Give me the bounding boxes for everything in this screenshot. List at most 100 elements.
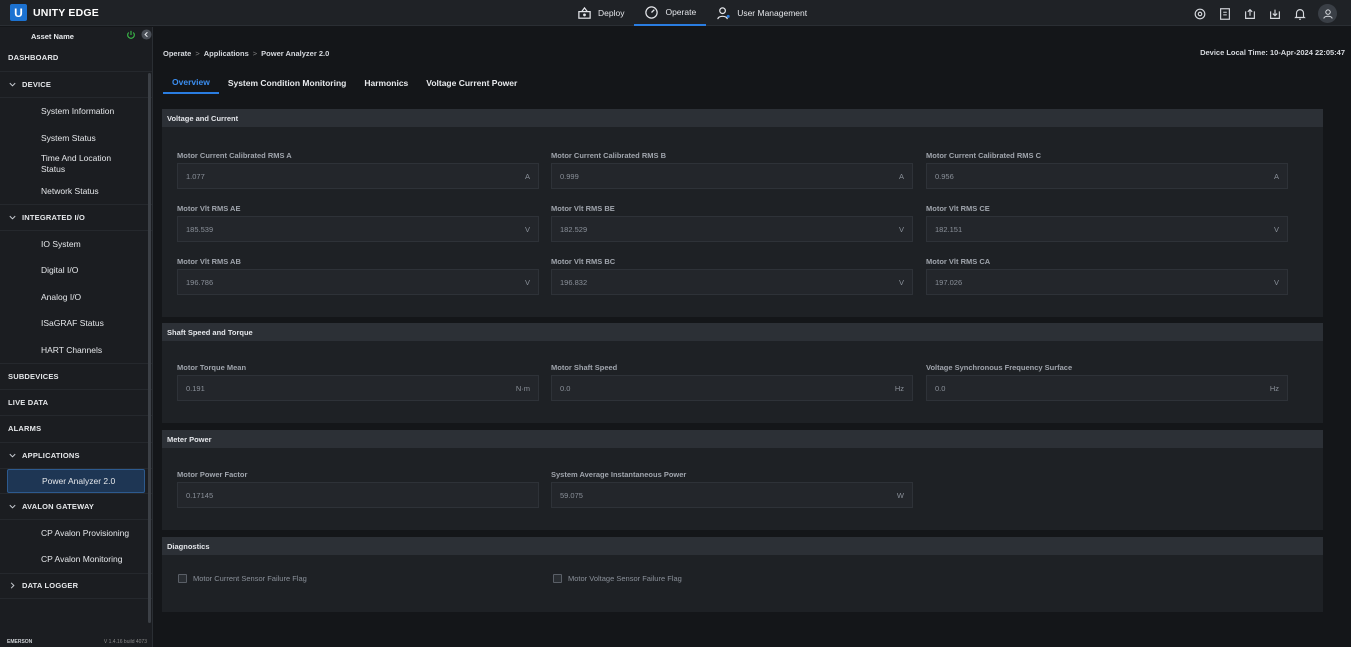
chevron-down-icon [9,215,16,220]
topnav-operate[interactable]: Operate [634,0,707,26]
sidebar-item-analog-io[interactable]: Analog I/O [0,284,152,311]
sidebar-item-live-data[interactable]: LIVE DATA [0,390,152,416]
sidebar-item-time-location-status[interactable]: Time And Location Status [0,151,152,178]
field-vlt-rms-be: Motor Vlt RMS BE 182.529 V [551,204,913,242]
value-box[interactable]: 0.0 Hz [551,375,913,401]
upload-icon[interactable] [1243,7,1257,21]
chevron-right-icon [10,582,15,589]
breadcrumb: Operate > Applications > Power Analyzer … [163,49,329,58]
sidebar-item-power-analyzer[interactable]: Power Analyzer 2.0 [7,469,145,493]
value: 196.832 [560,277,588,287]
unit: V [1273,224,1279,234]
sidebar-scrollbar[interactable] [148,73,151,623]
value: 182.151 [935,224,963,234]
unit: W [896,490,904,500]
topnav-user-management-label: User Management [737,8,808,18]
chevron-down-icon [9,82,16,87]
sidebar-header: Asset Name [0,27,152,45]
deploy-icon [578,6,591,19]
checkbox-box[interactable] [553,574,562,583]
sidebar-item-data-logger[interactable]: DATA LOGGER [0,572,152,599]
sidebar-item-cp-avalon-monitoring[interactable]: CP Avalon Monitoring [0,546,152,573]
field-shaft-speed: Motor Shaft Speed 0.0 Hz [551,363,913,401]
sidebar-item-hart-channels[interactable]: HART Channels [0,337,152,364]
panel-title: Diagnostics [162,537,1323,555]
brand[interactable]: U UNITY EDGE [10,4,99,21]
field-label: Motor Torque Mean [177,363,247,372]
unit: V [1273,277,1279,287]
value-box[interactable]: 185.539 V [177,216,539,242]
value: 196.786 [186,277,214,287]
topnav-operate-label: Operate [665,7,697,17]
sidebar-item-system-information[interactable]: System Information [0,98,152,125]
sidebar-item-applications[interactable]: APPLICATIONS [0,443,152,469]
sidebar-item-isagraf-status[interactable]: ISaGRAF Status [0,310,152,337]
panel-meter-power: Meter Power Motor Power Factor 0.17145 S… [162,430,1323,530]
topnav-deploy-label: Deploy [598,8,625,18]
clipboard-icon[interactable] [1218,7,1232,21]
value-box[interactable]: 0.0 Hz [926,375,1288,401]
value-box[interactable]: 197.026 V [926,269,1288,295]
sidebar-item-digital-io[interactable]: Digital I/O [0,257,152,284]
value-box[interactable]: 0.191 N·m [177,375,539,401]
field-label: Motor Current Calibrated RMS B [551,151,667,160]
value: 59.075 [560,490,583,500]
field-vlt-rms-ab: Motor Vlt RMS AB 196.786 V [177,257,539,295]
unit: A [1273,171,1279,181]
avatar[interactable] [1318,4,1337,23]
sidebar-menu: DASHBOARD DEVICE System Information Syst… [0,45,152,599]
power-icon[interactable] [126,30,136,40]
value-box[interactable]: 59.075 W [551,482,913,508]
tab-harmonics[interactable]: Harmonics [355,72,417,94]
value-box[interactable]: 0.956 A [926,163,1288,189]
field-sync-frequency: Voltage Synchronous Frequency Surface 0.… [926,363,1288,401]
tab-voltage-current-power[interactable]: Voltage Current Power [417,72,526,94]
value-box[interactable]: 196.832 V [551,269,913,295]
value-box[interactable]: 182.529 V [551,216,913,242]
tab-system-condition-monitoring[interactable]: System Condition Monitoring [219,72,356,94]
sidebar-item-dashboard[interactable]: DASHBOARD [0,45,152,72]
sidebar-item-subdevices[interactable]: SUBDEVICES [0,363,152,390]
download-icon[interactable] [1268,7,1282,21]
field-vlt-rms-ce: Motor Vlt RMS CE 182.151 V [926,204,1288,242]
tab-overview[interactable]: Overview [163,72,219,94]
field-label: Motor Vlt RMS BE [551,204,615,213]
value: 0.17145 [186,490,214,500]
breadcrumb-operate[interactable]: Operate [163,49,191,58]
bell-icon[interactable] [1293,7,1307,21]
breadcrumb-separator: > [195,49,200,58]
value-box[interactable]: 1.077 A [177,163,539,189]
sidebar-item-device[interactable]: DEVICE [0,72,152,98]
field-torque-mean: Motor Torque Mean 0.191 N·m [177,363,539,401]
value-box[interactable]: 0.999 A [551,163,913,189]
panel-voltage-current: Voltage and Current Motor Current Calibr… [162,109,1323,317]
brand-name: UNITY EDGE [33,6,99,19]
topnav-user-management[interactable]: User Management [706,0,817,26]
sidebar-item-network-status[interactable]: Network Status [0,178,152,205]
field-avg-instantaneous-power: System Average Instantaneous Power 59.07… [551,470,913,508]
sidebar-item-system-status[interactable]: System Status [0,125,152,152]
settings-icon[interactable] [1193,7,1207,21]
sidebar-item-cp-avalon-provisioning[interactable]: CP Avalon Provisioning [0,520,152,547]
collapse-sidebar-icon[interactable] [141,29,152,40]
value-box[interactable]: 0.17145 [177,482,539,508]
sidebar-item-avalon-gateway[interactable]: AVALON GATEWAY [0,493,152,520]
checkbox-box[interactable] [178,574,187,583]
checkbox-voltage-sensor-failure[interactable]: Motor Voltage Sensor Failure Flag [553,574,682,583]
sidebar-item-alarms[interactable]: ALARMS [0,416,152,443]
field-label: Motor Power Factor [177,470,248,479]
value-box[interactable]: 182.151 V [926,216,1288,242]
field-label: Motor Vlt RMS AB [177,257,241,266]
value-box[interactable]: 196.786 V [177,269,539,295]
sidebar: Asset Name DASHBOARD DEVICE System Infor… [0,27,153,647]
unit: Hz [1269,383,1279,393]
checkbox-current-sensor-failure[interactable]: Motor Current Sensor Failure Flag [178,574,307,583]
field-power-factor: Motor Power Factor 0.17145 [177,470,539,508]
breadcrumb-applications[interactable]: Applications [204,49,249,58]
unit: A [898,171,904,181]
sidebar-item-io-system[interactable]: IO System [0,231,152,258]
unit: N·m [515,383,530,393]
sidebar-item-integrated-io[interactable]: INTEGRATED I/O [0,204,152,231]
field-vlt-rms-ae: Motor Vlt RMS AE 185.539 V [177,204,539,242]
topnav-deploy[interactable]: Deploy [567,0,634,26]
